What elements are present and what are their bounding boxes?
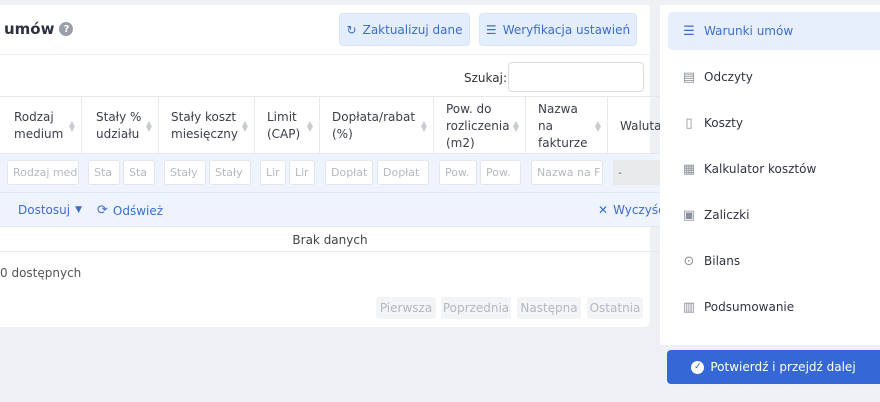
search-input[interactable] bbox=[508, 62, 644, 92]
meter-icon: ▤ bbox=[682, 69, 696, 85]
column-header-staly-udzial[interactable]: Stały % udziału ▲ ▼ bbox=[82, 97, 159, 155]
chevron-down-icon: ▼ bbox=[75, 205, 82, 215]
page-title: umów ? bbox=[4, 20, 74, 38]
sort-icon: ▲ ▼ bbox=[68, 119, 75, 133]
sidebar-item-podsumowanie[interactable]: ▥ Podsumowanie bbox=[668, 288, 880, 326]
column-label: Waluta bbox=[620, 118, 662, 133]
column-label: Nazwa na fakturze bbox=[538, 101, 588, 150]
column-header-waluta[interactable]: Waluta bbox=[608, 97, 662, 155]
close-icon: ✕ bbox=[598, 203, 609, 217]
sort-icon: ▲ ▼ bbox=[241, 119, 248, 133]
column-header-pow[interactable]: Pow. do rozliczenia (m2) ▲ ▼ bbox=[434, 97, 526, 155]
filter-rodzaj-input[interactable]: Rodzaj med bbox=[7, 160, 79, 185]
calculator-icon: ▦ bbox=[682, 161, 696, 177]
money-icon: ▣ bbox=[682, 207, 696, 223]
sort-icon: ▲ ▼ bbox=[145, 119, 152, 133]
sidebar-item-label: Warunki umów bbox=[704, 24, 794, 38]
sidebar-item-koszty[interactable]: ▯ Koszty bbox=[668, 104, 880, 142]
magnifier-icon: ⊙ bbox=[683, 253, 695, 269]
filter-doplata-to[interactable]: Dopłat bbox=[377, 160, 429, 185]
empty-table-message: Brak danych bbox=[0, 226, 660, 252]
clipboard-icon: ▥ bbox=[682, 299, 696, 315]
sliders-icon: ☰ bbox=[683, 23, 695, 39]
column-header-doplata[interactable]: Dopłata/rabat (%) ▲ ▼ bbox=[320, 97, 434, 155]
filter-staly-udzial-from[interactable]: Sta bbox=[88, 160, 120, 185]
table-toolbar: Dostosuj ▼ ⟳ Odśwież ✕ Wyczyść f bbox=[0, 192, 673, 226]
column-header-limit[interactable]: Limit (CAP) ▲ ▼ bbox=[255, 97, 320, 155]
column-header-staly-koszt[interactable]: Stały koszt miesięczny ▲ ▼ bbox=[159, 97, 255, 155]
customize-button[interactable]: Dostosuj ▼ bbox=[18, 203, 82, 217]
panel-header: umów ? ↻ Zaktualizuj dane ☰ Weryfikacja … bbox=[0, 5, 650, 55]
column-label: Limit (CAP) bbox=[267, 110, 301, 141]
sort-icon: ▲ ▼ bbox=[512, 119, 519, 133]
column-label: Pow. do rozliczenia (m2) bbox=[446, 101, 510, 150]
reload-button[interactable]: ⟳ Odśwież bbox=[97, 203, 163, 218]
sort-icon: ▲ ▼ bbox=[306, 119, 313, 133]
sidebar-item-warunki[interactable]: ☰ Warunki umów bbox=[668, 12, 880, 50]
column-label: Stały % udziału bbox=[96, 110, 142, 141]
customize-label: Dostosuj bbox=[18, 203, 71, 217]
record-count: 0 dostępnych bbox=[0, 266, 82, 280]
filter-pow-from[interactable]: Pow. bbox=[439, 160, 477, 185]
sidebar-item-label: Zaliczki bbox=[704, 208, 750, 222]
filter-row: Rodzaj med Sta Sta Stały Stały Lir Lir D… bbox=[0, 154, 660, 192]
search-label: Szukaj: bbox=[464, 71, 507, 85]
refresh-icon: ↻ bbox=[346, 22, 357, 37]
page-title-text: umów bbox=[4, 20, 55, 38]
pagination-previous[interactable]: Poprzednia bbox=[441, 297, 511, 319]
filter-staly-udzial-to[interactable]: Sta bbox=[123, 160, 155, 185]
filter-limit-to[interactable]: Lir bbox=[289, 160, 315, 185]
reload-icon: ⟳ bbox=[97, 203, 108, 218]
sidebar-item-label: Kalkulator kosztów bbox=[704, 162, 817, 176]
filter-waluta-select[interactable]: - bbox=[613, 160, 660, 185]
sort-icon: ▲ ▼ bbox=[420, 119, 427, 133]
pagination-last[interactable]: Ostatnia bbox=[587, 297, 643, 319]
sidebar-item-label: Odczyty bbox=[704, 70, 753, 84]
check-icon: ✓ bbox=[691, 360, 705, 374]
sidebar-item-label: Koszty bbox=[704, 116, 743, 130]
sort-icon: ▲ ▼ bbox=[594, 119, 601, 133]
filter-nazwa-input[interactable]: Nazwa na F bbox=[531, 160, 603, 185]
column-label: Rodzaj medium bbox=[14, 110, 64, 141]
reload-label: Odśwież bbox=[112, 203, 164, 218]
sidebar-item-label: Bilans bbox=[704, 254, 741, 268]
filter-koszt-from[interactable]: Stały bbox=[164, 160, 206, 185]
filter-doplata-from[interactable]: Dopłat bbox=[325, 160, 373, 185]
pagination-first[interactable]: Pierwsza bbox=[376, 297, 436, 319]
pagination-next[interactable]: Następna bbox=[517, 297, 581, 319]
table-header-row: Rodzaj medium ▲ ▼ Stały % udziału ▲ ▼ Stał… bbox=[0, 96, 662, 155]
sidebar-item-odczyty[interactable]: ▤ Odczyty bbox=[668, 58, 880, 96]
confirm-next-label: Potwierdź i przejdź dalej bbox=[710, 360, 856, 374]
confirm-next-button[interactable]: ✓ Potwierdź i przejdź dalej bbox=[667, 350, 880, 384]
filter-koszt-to[interactable]: Stały bbox=[209, 160, 251, 185]
sidebar-item-label: Podsumowanie bbox=[704, 300, 795, 314]
sidebar-item-zaliczki[interactable]: ▣ Zaliczki bbox=[668, 196, 880, 234]
column-label: Dopłata/rabat (%) bbox=[332, 110, 416, 141]
filter-limit-from[interactable]: Lir bbox=[260, 160, 286, 185]
refresh-data-label: Zaktualizuj dane bbox=[362, 22, 463, 37]
help-icon[interactable]: ? bbox=[59, 22, 74, 36]
refresh-data-button[interactable]: ↻ Zaktualizuj dane bbox=[339, 13, 470, 46]
column-header-rodzaj[interactable]: Rodzaj medium ▲ ▼ bbox=[0, 97, 82, 155]
column-label: Stały koszt miesięczny bbox=[171, 110, 238, 141]
steps-sidebar: ☰ Warunki umów ▤ Odczyty ▯ Koszty ▦ Kalk… bbox=[660, 5, 880, 345]
verify-settings-button[interactable]: ☰ Weryfikacja ustawień bbox=[479, 13, 637, 46]
column-header-nazwa[interactable]: Nazwa na fakturze ▲ ▼ bbox=[526, 97, 608, 155]
sidebar-item-kalkulator[interactable]: ▦ Kalkulator kosztów bbox=[668, 150, 880, 188]
sidebar-item-bilans[interactable]: ⊙ Bilans bbox=[668, 242, 880, 280]
verify-settings-label: Weryfikacja ustawień bbox=[502, 22, 631, 37]
filter-pow-to[interactable]: Pow. bbox=[480, 160, 521, 185]
document-icon: ▯ bbox=[685, 115, 693, 131]
checklist-icon: ☰ bbox=[485, 22, 497, 37]
